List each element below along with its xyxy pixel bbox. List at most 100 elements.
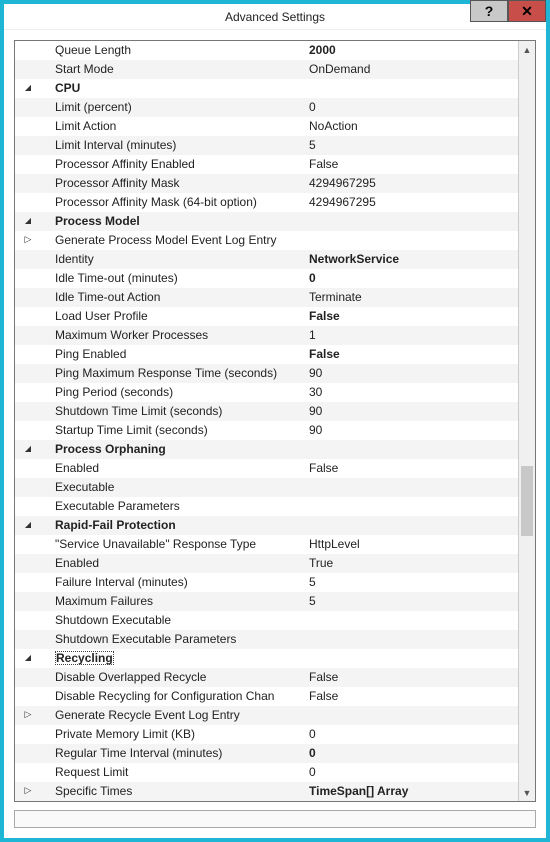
property-value[interactable]: NoAction	[309, 117, 518, 136]
property-value[interactable]: 5	[309, 573, 518, 592]
label-text: Processor Affinity Enabled	[55, 157, 195, 171]
close-button[interactable]: ✕	[508, 0, 546, 22]
property-row[interactable]: Ping EnabledFalse	[15, 345, 518, 364]
property-value[interactable]: 2000	[309, 41, 518, 60]
property-row[interactable]: Maximum Failures5	[15, 592, 518, 611]
property-value[interactable]: HttpLevel	[309, 535, 518, 554]
scroll-down-icon[interactable]: ▼	[519, 784, 535, 801]
expandable-property-row[interactable]: ▷Generate Process Model Event Log Entry	[15, 231, 518, 250]
expand-icon[interactable]: ▷	[25, 710, 32, 719]
titlebar[interactable]: Advanced Settings ? ✕	[4, 4, 546, 30]
property-row[interactable]: Disable Overlapped RecycleFalse	[15, 668, 518, 687]
property-value[interactable]: False	[309, 687, 518, 706]
property-row[interactable]: Startup Time Limit (seconds)90	[15, 421, 518, 440]
property-value[interactable]: OnDemand	[309, 60, 518, 79]
expand-toggle[interactable]: ▷	[15, 236, 41, 245]
property-row[interactable]: EnabledTrue	[15, 554, 518, 573]
property-value[interactable]: 0	[309, 269, 518, 288]
property-row[interactable]: Ping Maximum Response Time (seconds)90	[15, 364, 518, 383]
collapse-icon[interactable]: ◢	[25, 84, 31, 92]
collapse-icon[interactable]: ◢	[25, 217, 31, 225]
property-row[interactable]: Shutdown Executable Parameters	[15, 630, 518, 649]
expand-toggle[interactable]: ◢	[15, 85, 41, 93]
property-label: Request Limit	[41, 763, 309, 782]
expand-toggle[interactable]: ▷	[15, 787, 41, 796]
category-header[interactable]: ◢Process Orphaning	[15, 440, 518, 459]
expand-icon[interactable]: ▷	[25, 235, 32, 244]
property-value[interactable]: 90	[309, 364, 518, 383]
property-grid[interactable]: Queue Length2000Start ModeOnDemand◢CPULi…	[14, 40, 536, 802]
category-header[interactable]: ◢Process Model	[15, 212, 518, 231]
collapse-icon[interactable]: ◢	[25, 654, 31, 662]
property-row[interactable]: Failure Interval (minutes)5	[15, 573, 518, 592]
expand-toggle[interactable]: ◢	[15, 522, 41, 530]
label-text: Enabled	[55, 461, 99, 475]
property-row[interactable]: Limit ActionNoAction	[15, 117, 518, 136]
property-row[interactable]: Shutdown Time Limit (seconds)90	[15, 402, 518, 421]
category-header[interactable]: ◢CPU	[15, 79, 518, 98]
property-row[interactable]: Maximum Worker Processes 1	[15, 326, 518, 345]
property-value[interactable]: False	[309, 155, 518, 174]
property-row[interactable]: Private Memory Limit (KB)0	[15, 725, 518, 744]
property-value[interactable]: False	[309, 668, 518, 687]
expandable-property-row[interactable]: ▷Specific TimesTimeSpan[] Array	[15, 782, 518, 801]
property-row[interactable]: Ping Period (seconds)30	[15, 383, 518, 402]
property-value[interactable]: False	[309, 345, 518, 364]
property-value[interactable]: 4294967295	[309, 174, 518, 193]
expand-toggle[interactable]: ◢	[15, 218, 41, 226]
property-row[interactable]: Idle Time-out ActionTerminate	[15, 288, 518, 307]
property-row[interactable]: Disable Recycling for Configuration Chan…	[15, 687, 518, 706]
vertical-scrollbar[interactable]: ▲ ▼	[518, 41, 535, 801]
property-row[interactable]: Identity NetworkService	[15, 250, 518, 269]
property-row[interactable]: Limit Interval (minutes)5	[15, 136, 518, 155]
expand-toggle[interactable]: ◢	[15, 655, 41, 663]
property-row[interactable]: Enabled False	[15, 459, 518, 478]
property-value[interactable]: TimeSpan[] Array	[309, 782, 518, 801]
property-row[interactable]: Idle Time-out (minutes)0	[15, 269, 518, 288]
property-row[interactable]: Start ModeOnDemand	[15, 60, 518, 79]
category-header[interactable]: ◢Rapid-Fail Protection	[15, 516, 518, 535]
label-text: Maximum Worker Processes	[55, 328, 208, 342]
property-row[interactable]: Shutdown Executable	[15, 611, 518, 630]
property-value[interactable]: 30	[309, 383, 518, 402]
property-value[interactable]: 90	[309, 421, 518, 440]
property-value[interactable]: 0	[309, 763, 518, 782]
collapse-icon[interactable]: ◢	[25, 445, 31, 453]
property-value[interactable]: False	[309, 459, 518, 478]
property-value[interactable]: 0	[309, 725, 518, 744]
property-row[interactable]: Processor Affinity Mask4294967295	[15, 174, 518, 193]
property-row[interactable]: Request Limit0	[15, 763, 518, 782]
scroll-up-icon[interactable]: ▲	[519, 41, 535, 58]
category-header[interactable]: ◢Recycling	[15, 649, 518, 668]
property-value[interactable]: NetworkService	[309, 250, 518, 269]
property-value[interactable]: False	[309, 307, 518, 326]
label-text: Processor Affinity Mask (64-bit option)	[55, 195, 257, 209]
help-button[interactable]: ?	[470, 0, 508, 22]
expand-toggle[interactable]: ▷	[15, 711, 41, 720]
property-value[interactable]: 0	[309, 744, 518, 763]
property-value[interactable]: 5	[309, 136, 518, 155]
property-row[interactable]: Limit (percent)0	[15, 98, 518, 117]
value-text: False	[309, 157, 338, 171]
scrollbar-thumb[interactable]	[521, 466, 533, 536]
property-row[interactable]: Queue Length2000	[15, 41, 518, 60]
expandable-property-row[interactable]: ▷Generate Recycle Event Log Entry	[15, 706, 518, 725]
property-row[interactable]: Load User ProfileFalse	[15, 307, 518, 326]
property-row[interactable]: "Service Unavailable" Response TypeHttpL…	[15, 535, 518, 554]
collapse-icon[interactable]: ◢	[25, 521, 31, 529]
property-value[interactable]: True	[309, 554, 518, 573]
property-value[interactable]: 5	[309, 592, 518, 611]
property-row[interactable]: Executable	[15, 478, 518, 497]
property-row[interactable]: Processor Affinity Mask (64-bit option) 4…	[15, 193, 518, 212]
property-value[interactable]: 90	[309, 402, 518, 421]
property-row[interactable]: Regular Time Interval (minutes)0	[15, 744, 518, 763]
expand-toggle[interactable]: ◢	[15, 446, 41, 454]
property-value[interactable]: 1	[309, 326, 518, 345]
property-value[interactable]: Terminate	[309, 288, 518, 307]
expand-icon[interactable]: ▷	[25, 786, 32, 795]
property-row[interactable]: Executable Parameters	[15, 497, 518, 516]
property-value[interactable]: 0	[309, 98, 518, 117]
label-text: Identity	[55, 252, 94, 266]
property-value[interactable]: 4294967295	[309, 193, 518, 212]
property-row[interactable]: Processor Affinity Enabled False	[15, 155, 518, 174]
